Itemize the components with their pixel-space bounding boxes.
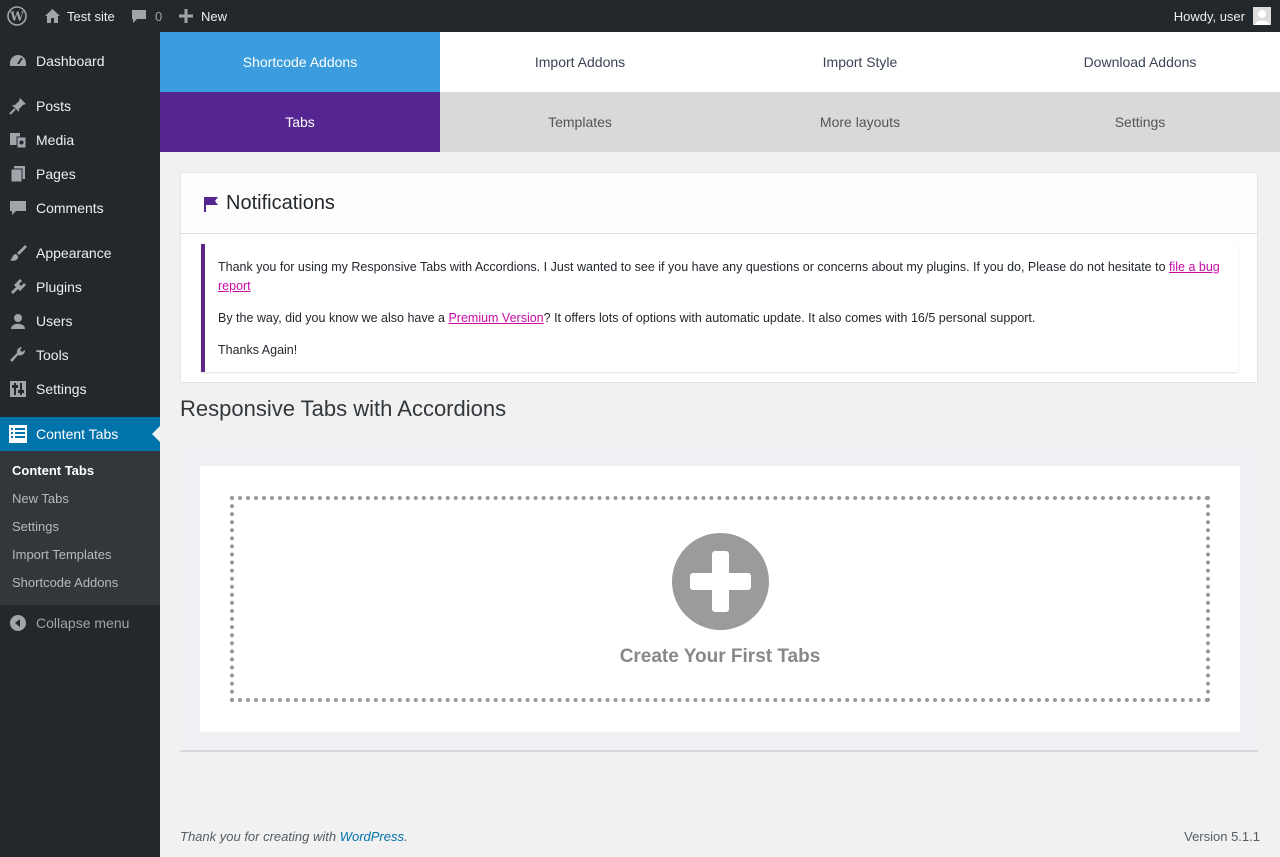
notification-text: By the way, did you know we also have a: [218, 311, 449, 325]
create-first-tabs-button[interactable]: Create Your First Tabs: [230, 496, 1210, 702]
notification-text: ? It offers lots of options with automat…: [543, 311, 1036, 325]
sidebar-item-label: Users: [36, 313, 73, 329]
media-icon: [9, 131, 27, 149]
admin-sidebar: Dashboard Posts Media Pages Comments App…: [0, 32, 160, 857]
home-icon: [44, 8, 61, 24]
settings-icon: [9, 380, 27, 398]
submenu-settings[interactable]: Settings: [12, 519, 59, 534]
notification-paragraph-2: By the way, did you know we also have a …: [218, 309, 1228, 328]
create-first-tabs-label: Create Your First Tabs: [619, 646, 821, 667]
notifications-header: Notifications: [181, 173, 1257, 234]
wrench-icon: [9, 346, 27, 364]
user-icon: [9, 312, 27, 330]
footer-text: Thank you for creating with: [180, 829, 340, 844]
tab-import-style[interactable]: Import Style: [720, 32, 1000, 92]
version-info: Version 5.1.1: [1184, 829, 1260, 844]
notifications-panel: Notifications Thank you for using my Res…: [180, 172, 1258, 383]
sidebar-item-users[interactable]: Users: [0, 304, 160, 338]
comment-bubble-icon: [131, 9, 147, 24]
notifications-title: Notifications: [226, 192, 335, 214]
svg-text:W: W: [9, 10, 24, 24]
submenu-content-tabs[interactable]: Content Tabs: [12, 463, 94, 478]
sidebar-item-appearance[interactable]: Appearance: [0, 236, 160, 270]
premium-version-link[interactable]: Premium Version: [448, 311, 543, 325]
submenu-new-tabs[interactable]: New Tabs: [12, 491, 69, 506]
howdy-greeting: Howdy, user: [1173, 8, 1245, 24]
sidebar-item-label: Posts: [36, 98, 72, 114]
sidebar-item-label: Comments: [36, 200, 104, 216]
sidebar-item-tools[interactable]: Tools: [0, 338, 160, 372]
plus-circle-icon: [672, 533, 769, 630]
avatar: [1253, 7, 1271, 25]
sidebar-item-settings[interactable]: Settings: [0, 372, 160, 406]
admin-bar: W Test site 0 New Howdy, user: [0, 0, 1280, 32]
new-content-link[interactable]: New: [179, 0, 227, 32]
site-name-link[interactable]: Test site: [44, 0, 115, 32]
comments-link[interactable]: 0: [131, 0, 162, 32]
flag-icon: [203, 196, 219, 212]
submenu-shortcode-addons[interactable]: Shortcode Addons: [12, 575, 118, 590]
footer-dot: .: [404, 829, 408, 844]
sidebar-item-label: Plugins: [36, 279, 82, 295]
collapse-menu-button[interactable]: Collapse menu: [0, 612, 160, 636]
sidebar-item-label: Content Tabs: [36, 426, 119, 442]
notification-paragraph-3: Thanks Again!: [218, 343, 298, 357]
page-title: Responsive Tabs with Accordions: [180, 396, 507, 421]
notification-paragraph-1: Thank you for using my Responsive Tabs w…: [218, 258, 1228, 296]
collapse-label: Collapse menu: [36, 615, 130, 631]
tab-shortcode-addons[interactable]: Shortcode Addons: [160, 32, 440, 92]
tab-templates[interactable]: Templates: [440, 92, 720, 152]
list-icon: [9, 425, 27, 443]
sidebar-item-plugins[interactable]: Plugins: [0, 270, 160, 304]
new-label: New: [201, 8, 228, 24]
notification-message: Thank you for using my Responsive Tabs w…: [201, 244, 1238, 372]
account-menu[interactable]: Howdy, user: [1174, 0, 1271, 32]
site-name: Test site: [67, 8, 115, 24]
sidebar-item-comments[interactable]: Comments: [0, 191, 160, 225]
sidebar-item-pages[interactable]: Pages: [0, 157, 160, 191]
footer-thanks: Thank you for creating with WordPress.: [180, 829, 408, 844]
tab-more-layouts[interactable]: More layouts: [720, 92, 1000, 152]
sidebar-item-media[interactable]: Media: [0, 123, 160, 157]
pin-icon: [9, 97, 27, 115]
wordpress-link[interactable]: WordPress: [340, 829, 404, 844]
brush-icon: [9, 244, 27, 262]
content-tabs-submenu: Content Tabs New Tabs Settings Import Te…: [0, 451, 160, 605]
create-tabs-card: Create Your First Tabs: [200, 466, 1240, 732]
dashboard-icon: [9, 52, 27, 70]
sidebar-item-label: Tools: [36, 347, 69, 363]
sidebar-item-label: Settings: [36, 381, 87, 397]
plugin-icon: [9, 278, 27, 296]
sidebar-item-label: Dashboard: [36, 53, 105, 69]
sidebar-item-dashboard[interactable]: Dashboard: [0, 44, 160, 78]
plus-icon: [179, 9, 193, 23]
sidebar-item-posts[interactable]: Posts: [0, 89, 160, 123]
submenu-import-templates[interactable]: Import Templates: [12, 547, 111, 562]
comment-icon: [9, 199, 27, 217]
sidebar-item-content-tabs[interactable]: Content Tabs: [0, 417, 160, 451]
wordpress-logo-icon[interactable]: W: [7, 0, 27, 32]
sidebar-item-label: Pages: [36, 166, 76, 182]
tab-settings[interactable]: Settings: [1000, 92, 1280, 152]
comments-count: 0: [155, 8, 163, 24]
sidebar-item-label: Media: [36, 132, 75, 148]
tab-import-addons[interactable]: Import Addons: [440, 32, 720, 92]
sidebar-item-label: Appearance: [36, 245, 112, 261]
tab-download-addons[interactable]: Download Addons: [1000, 32, 1280, 92]
notification-text: Thank you for using my Responsive Tabs w…: [218, 260, 1170, 274]
collapse-arrow-icon: [10, 615, 26, 634]
tab-tabs[interactable]: Tabs: [160, 92, 440, 152]
pages-icon: [9, 165, 27, 183]
create-tabs-section: Create Your First Tabs: [180, 446, 1258, 752]
